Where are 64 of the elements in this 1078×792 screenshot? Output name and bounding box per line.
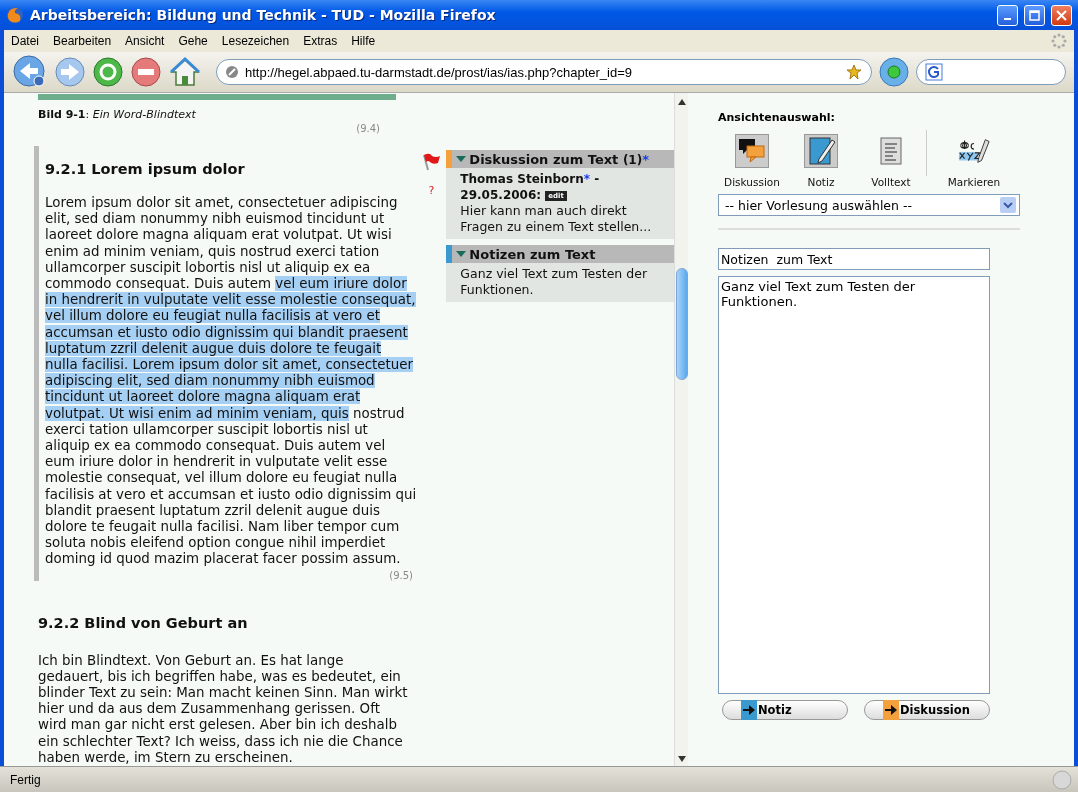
view-button[interactable]: Diskussion [718, 134, 786, 188]
figure-caption: Bild 9-1: Ein Word-Blindtext [38, 108, 197, 121]
notepad-pencil-icon [806, 136, 836, 166]
view-button[interactable]: Volltext [856, 134, 926, 188]
highlighter-text-icon [957, 137, 991, 165]
close-icon [1056, 9, 1067, 21]
address-field[interactable]: http://hegel.abpaed.tu-darmstadt.de/prost/ias/ias.php?chapter_id=9 [216, 59, 872, 85]
note-text: Ganz viel Text zum Testen der Funktionen. [460, 266, 649, 298]
bookmark-star-icon[interactable] [845, 63, 863, 81]
menu-item[interactable]: Bearbeiten [52, 33, 113, 49]
view-button[interactable]: Notiz [786, 134, 856, 188]
back-button[interactable] [12, 54, 48, 90]
menu-item[interactable]: Datei [10, 33, 40, 49]
view-button[interactable]: Markieren [939, 134, 1009, 188]
panel-title: Notizen zum Text [469, 246, 596, 262]
scrollbar-thumb[interactable] [675, 268, 688, 380]
paragraph-number: (9.5) [388, 569, 413, 581]
stop-button[interactable] [130, 56, 162, 88]
submit-button[interactable]: Diskussion [864, 700, 990, 720]
go-button[interactable] [878, 56, 910, 88]
question-mark[interactable]: ? [428, 184, 435, 197]
close-button[interactable] [1051, 4, 1072, 26]
note-title-field[interactable]: Notizen zum Text [718, 248, 990, 270]
document-icon [880, 137, 902, 165]
menu-item[interactable]: Extras [302, 33, 339, 49]
search-engine-icon [925, 63, 943, 81]
menu-item[interactable]: Hilfe [350, 33, 377, 49]
minimize-button[interactable] [997, 4, 1018, 26]
scroll-down-arrow-icon[interactable] [677, 756, 686, 762]
menu-item[interactable]: Gehe [177, 33, 209, 49]
maximize-button[interactable] [1024, 4, 1045, 26]
panel-title: Diskussion zum Text (1)* [469, 151, 649, 167]
forward-button[interactable] [54, 56, 86, 88]
paragraph: Ich bin Blindtext. Von Geburt an. Es hat lange gedauert, bis ich begriffen habe, was es bedeutet, ein blinder Text zu sein: Man macht keinen Sinn. Man wirkt hier und da aus dem Zusammenhang gerissen. Oft wird man gar nicht erst gelesen. Aber bin ich deshalb ein schlechter Text? Ich weiss, dass ich nie die Chance haben werde, im Stern zu erscheinen. [38, 652, 408, 766]
menu-item[interactable]: Ansicht [124, 33, 166, 49]
status-text: Fertig [10, 772, 42, 787]
throbber-icon [1050, 32, 1068, 50]
window-title: Arbeitsbereich: Bildung und Technik - TUD - Mozilla Firefox [30, 7, 497, 23]
arrow-right-icon [885, 705, 897, 715]
minimize-icon [1004, 18, 1011, 20]
collapse-triangle-icon[interactable] [456, 155, 467, 163]
comment-text: Hier kann man auch direkt Fragen zu einem Text stellen... [460, 203, 653, 235]
page-icon [225, 65, 239, 79]
menu-item[interactable]: Lesezeichen [220, 33, 291, 49]
paragraph-number: (9.4) [355, 123, 380, 134]
section-heading: 9.2.2 Blind von Geburt an [38, 614, 249, 631]
submit-button[interactable]: Notiz [722, 700, 848, 720]
scrollbar[interactable] [674, 93, 688, 766]
search-field[interactable] [916, 59, 1066, 85]
section-heading: 9.2.1 Lorem ipsum dolor [45, 161, 246, 177]
scroll-up-arrow-icon[interactable] [677, 99, 686, 105]
collapse-triangle-icon[interactable] [456, 250, 467, 258]
home-button[interactable] [168, 55, 202, 89]
lecture-dropdown[interactable]: -- hier Vorlesung auswählen -- [718, 194, 1020, 216]
speech-bubbles-icon [737, 137, 767, 165]
paragraph: Lorem ipsum dolor sit amet, consectetuer adipiscing elit, sed diam nonummy nibh euismod tincidunt ut laoreet dolore magna aliquam erat volutpat. Ut wisi enim ad minim veniam, quis nostrud exerci tation ullamcorper suscipit lobortis nisl ut aliquip ex ea commodo consequat. Duis autem vel eum iriure dolor in hendrerit in vulputate velit esse molestie consequat, vel illum dolore eu feugiat nulla facilisis at vero et accumsan et iusto odio dignissim qui blandit praesent luptatum zzril delenit augue duis dolore te feugait nulla facilisi. Lorem ipsum dolor sit amet, consectetuer adipiscing elit, sed diam nonummy nibh euismod tincidunt ut laoreet dolore magna aliquam erat volutpat. Ut wisi enim ad minim veniam, quis nostrud exerci tation ullamcorper suscipit lobortis nisl ut aliquip ex ea commodo consequat. Duis autem vel eum iriure dolor in hendrerit in vulputate velit esse molestie consequat, vel illum dolore eu feugiat nulla facilisis at vero et accumsan et iusto odio dignissim qui blandit praesent luptatum zzril delenit augue duis dolore te feugait nulla facilisi. Nam liber tempor cum soluta nobis eleifend option congue nihil imperdiet doming id quod mazim placerat facer possim assum. [45, 195, 417, 568]
status-indicator-icon [1052, 769, 1072, 790]
maximize-icon [1029, 9, 1040, 21]
reload-button[interactable] [92, 56, 124, 88]
section-label: Ansichtenauswahl: [718, 111, 836, 124]
note-text-field[interactable]: Ganz viel Text zum Testen der Funktionen. [718, 276, 990, 694]
browser-logo-icon [6, 6, 24, 24]
arrow-right-icon [743, 705, 755, 715]
flag-icon[interactable] [421, 152, 442, 172]
